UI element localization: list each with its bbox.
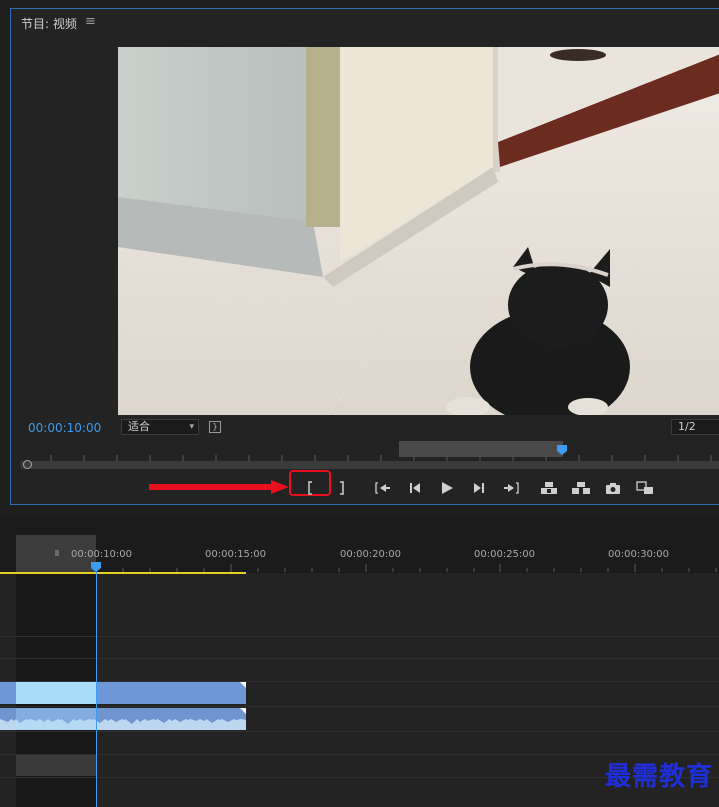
mark-in-button[interactable] — [299, 477, 323, 499]
step-forward-button[interactable] — [467, 477, 491, 499]
camera-icon — [606, 483, 620, 494]
play-icon — [442, 482, 453, 494]
track-divider — [0, 754, 719, 755]
step-back-icon — [410, 483, 420, 493]
ruler-label-15s: 00:00:15:00 — [205, 549, 267, 560]
extract-button[interactable] — [569, 477, 593, 499]
video-clip-selected-range[interactable] — [16, 682, 96, 704]
work-area-grip-icon[interactable] — [55, 550, 59, 556]
go-to-in-button[interactable] — [371, 477, 395, 499]
compare-view-button[interactable] — [633, 477, 657, 499]
mark-in-icon — [308, 481, 312, 495]
timeline-ticks — [95, 564, 717, 572]
resolution-value: 1/2 — [678, 420, 696, 433]
step-back-button[interactable] — [403, 477, 427, 499]
extract-icon — [572, 482, 590, 494]
track-divider — [0, 731, 719, 732]
go-to-in-icon — [375, 482, 390, 494]
ruler-label-20s: 00:00:20:00 — [340, 549, 402, 560]
ruler-label-25s: 00:00:25:00 — [474, 549, 536, 560]
track-divider — [0, 658, 719, 659]
clip-end-marker-icon — [240, 682, 246, 688]
timeline-playhead-icon[interactable] — [91, 562, 101, 572]
mark-out-icon — [340, 481, 344, 495]
settings-icon[interactable]: } — [209, 421, 221, 433]
mark-out-button[interactable] — [329, 477, 353, 499]
track-divider — [0, 636, 719, 637]
go-to-out-icon — [504, 482, 519, 494]
monitor-playhead-icon[interactable] — [557, 445, 567, 455]
ruler-label-10s: 00:00:10:00 — [71, 549, 133, 560]
watermark-text: 最需教育 — [604, 762, 713, 792]
zoom-level-select[interactable]: 适合 ▾ — [121, 419, 199, 435]
program-monitor-panel: 节目: 视频 ≡ 00:00:10:00 适合 ▾} 1/2 — [10, 8, 719, 505]
playback-resolution-select[interactable]: 1/2 — [671, 419, 719, 435]
playhead-timecode[interactable]: 00:00:10:00 — [28, 421, 101, 435]
zoom-level-value: 适合 — [128, 420, 150, 433]
annotation-arrow-icon — [149, 480, 289, 494]
chevron-down-icon: ▾ — [189, 422, 194, 432]
video-preview — [118, 47, 719, 415]
compare-view-icon — [636, 481, 653, 494]
audio-waveform — [0, 708, 246, 730]
lift-button[interactable] — [537, 477, 561, 499]
timeline-playhead-line[interactable] — [96, 562, 97, 807]
lift-icon — [541, 482, 557, 494]
hamburger-icon[interactable]: ≡ — [85, 14, 96, 29]
play-button[interactable] — [435, 477, 459, 499]
export-frame-button[interactable] — [601, 477, 625, 499]
in-out-range-lower — [16, 754, 96, 776]
step-forward-icon — [474, 483, 484, 493]
go-to-out-button[interactable] — [499, 477, 523, 499]
scrub-start-handle[interactable] — [23, 460, 32, 469]
playback-scrub-bar[interactable] — [21, 461, 719, 469]
track-divider — [0, 706, 719, 707]
panel-title[interactable]: 节目: 视频 — [21, 15, 77, 32]
clip-end-marker-icon — [240, 708, 246, 714]
ruler-label-30s: 00:00:30:00 — [608, 549, 670, 560]
